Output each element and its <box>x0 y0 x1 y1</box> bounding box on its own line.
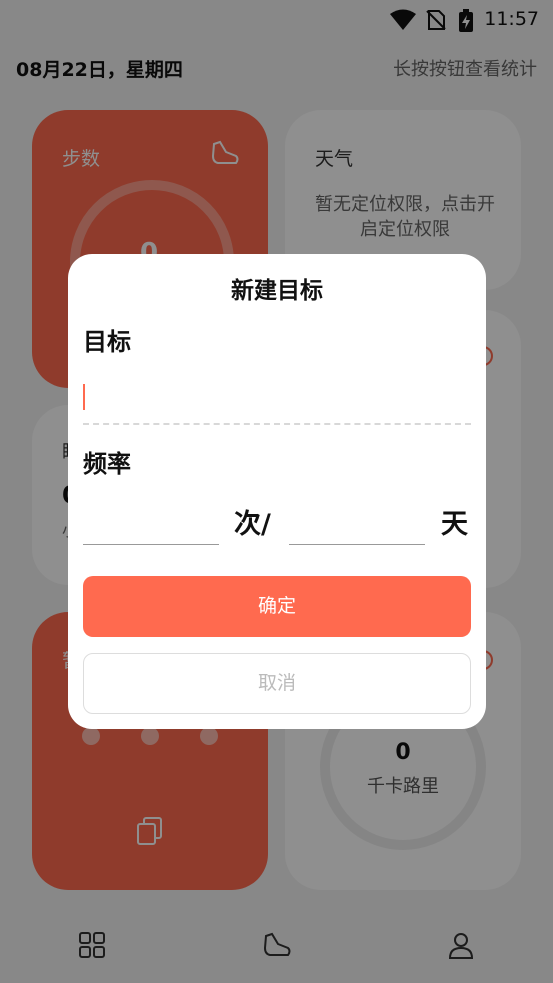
times-input-underline <box>83 544 219 545</box>
frequency-label: 频率 <box>83 450 131 478</box>
dialog-title: 新建目标 <box>231 278 323 304</box>
cancel-button[interactable]: 取消 <box>83 653 471 714</box>
times-unit: 次/ <box>234 509 271 540</box>
text-cursor <box>83 384 85 410</box>
days-input[interactable] <box>289 502 425 544</box>
days-input-underline <box>289 544 425 545</box>
confirm-button[interactable]: 确定 <box>83 576 471 637</box>
days-unit: 天 <box>441 509 468 540</box>
goal-label: 目标 <box>83 328 131 356</box>
times-input[interactable] <box>83 502 219 544</box>
new-goal-dialog: 新建目标 目标 频率 次/ 天 确定 取消 <box>68 254 486 729</box>
goal-input[interactable] <box>83 366 471 422</box>
goal-input-underline <box>83 423 471 425</box>
